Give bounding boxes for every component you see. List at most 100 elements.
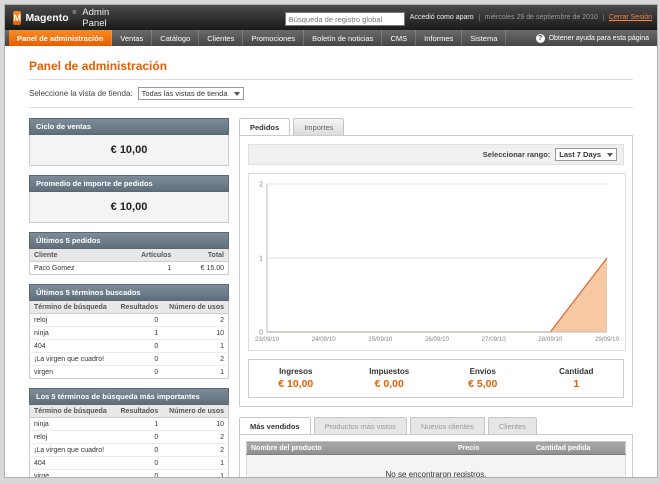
brand-suffix: Admin Panel <box>82 7 115 29</box>
stat-quantity: Cantidad 1 <box>530 367 624 390</box>
svg-text:23/09/10: 23/09/10 <box>255 336 280 343</box>
card-title: Promedio de importe de pedidos <box>29 175 229 192</box>
svg-text:1: 1 <box>259 256 263 263</box>
svg-text:28/09/10: 28/09/10 <box>538 336 563 343</box>
nav-item[interactable]: Boletín de noticias <box>304 30 382 46</box>
column-header: Resultados <box>114 405 162 418</box>
brand-name: Magento <box>25 12 68 24</box>
cell: 2 <box>162 431 228 444</box>
last-orders-card: Últimos 5 pedidos ClienteArtículosTotalP… <box>29 232 229 275</box>
header-user-info: Accedió como aparo miércoles 29 de septi… <box>405 14 657 21</box>
cell: ninja <box>30 418 115 431</box>
dashboard-columns: Ciclo de ventas € 10,00 Promedio de impo… <box>29 118 633 478</box>
logged-in-as: Accedió como aparo <box>405 14 479 21</box>
stat-label: Impuestos <box>343 367 437 376</box>
stat-shipping: Envíos € 5,00 <box>436 367 530 390</box>
stat-label: Envíos <box>436 367 530 376</box>
cell: 0 <box>114 431 162 444</box>
table-row: reloj02 <box>30 431 229 444</box>
cell: 404 <box>30 340 115 353</box>
store-view-select[interactable]: Todas las vistas de tienda <box>138 87 244 100</box>
main-nav: Panel de administraciónVentasCatálogoCli… <box>5 30 657 46</box>
range-select[interactable]: Last 7 Days <box>555 148 617 161</box>
chevron-down-icon <box>234 92 240 96</box>
cell: reloj <box>30 314 115 327</box>
card-title: Ciclo de ventas <box>29 118 229 135</box>
cell: 1 <box>114 418 162 431</box>
column-header: Precio <box>454 442 532 455</box>
nav-item[interactable]: Informes <box>416 30 462 46</box>
card-title: Últimos 5 términos buscados <box>29 284 229 301</box>
cell: 0 <box>114 457 162 470</box>
nav-item[interactable]: Promociones <box>243 30 304 46</box>
header-bar: M Magento ® Admin Panel Accedió como apa… <box>5 5 657 30</box>
lifetime-sales-value: € 10,00 <box>29 135 229 166</box>
stat-label: Cantidad <box>530 367 624 376</box>
magento-logo-icon: M <box>13 11 21 25</box>
help-link[interactable]: ? Obtener ayuda para esta página <box>536 30 657 46</box>
grid-tab[interactable]: Productos más vistos <box>314 417 407 434</box>
cell: Paco Gomez <box>30 262 112 275</box>
cell: 1 <box>162 470 228 479</box>
chart-tabs: PedidosImportes <box>239 118 633 135</box>
table-row: virgen01 <box>30 366 229 379</box>
page-content: Panel de administración Seleccione la vi… <box>5 46 657 478</box>
cell: € 15.00 <box>175 262 228 275</box>
table-row: reloj02 <box>30 314 229 327</box>
header-row: Término de búsquedaResultadosNúmero de u… <box>30 405 229 418</box>
global-search-input[interactable] <box>285 12 405 26</box>
totals-bar: Ingresos € 10,00 Impuestos € 0,00 Envíos… <box>248 359 624 398</box>
products-grid: Nombre del productoPrecioCantidad pedida… <box>239 434 633 478</box>
stat-value: € 0,00 <box>343 378 437 390</box>
grid-tab[interactable]: Más vendidos <box>239 417 311 434</box>
nav-item[interactable]: Sistema <box>462 30 506 46</box>
chevron-down-icon <box>607 153 613 157</box>
table-row: ninja110 <box>30 418 229 431</box>
cell: 0 <box>114 340 162 353</box>
last-search-terms-table: Término de búsquedaResultadosNúmero de u… <box>29 301 229 379</box>
column-header: Número de usos <box>162 405 228 418</box>
nav-item[interactable]: Panel de administración <box>9 30 112 46</box>
stat-tax: Impuestos € 0,00 <box>343 367 437 390</box>
cell: 1 <box>162 366 228 379</box>
cell: 404 <box>30 457 115 470</box>
registered-mark-icon: ® <box>73 10 77 16</box>
help-label: Obtener ayuda para esta página <box>549 35 649 42</box>
chart-tab[interactable]: Pedidos <box>239 118 290 135</box>
logout-link[interactable]: Cerrar Sesión <box>609 14 652 21</box>
brand: M Magento ® Admin Panel <box>13 7 115 29</box>
average-orders-card: Promedio de importe de pedidos € 10,00 <box>29 175 229 223</box>
cell: ¡La virgen que cuadro! <box>30 353 115 366</box>
cell: 1 <box>111 262 175 275</box>
table-row: ¡La virgen que cuadro!02 <box>30 444 229 457</box>
grid-tabs: Más vendidosProductos más vistosNuevos c… <box>239 417 633 434</box>
cell: 2 <box>162 314 228 327</box>
lifetime-sales-card: Ciclo de ventas € 10,00 <box>29 118 229 166</box>
cell: 10 <box>162 418 228 431</box>
cell: virge <box>30 470 115 479</box>
empty-records-message: No se encontraron registros. <box>246 455 626 478</box>
nav-item[interactable]: Ventas <box>112 30 152 46</box>
column-header: Artículos <box>111 249 175 262</box>
column-header: Término de búsqueda <box>30 405 115 418</box>
column-header: Cliente <box>30 249 112 262</box>
nav-item[interactable]: Clientes <box>199 30 243 46</box>
grid-tab[interactable]: Clientes <box>488 417 537 434</box>
table-row: ninja110 <box>30 327 229 340</box>
range-selector-row: Seleccionar rango: Last 7 Days <box>248 144 624 165</box>
svg-text:26/09/10: 26/09/10 <box>425 336 450 343</box>
stat-label: Ingresos <box>249 367 343 376</box>
cell: 1 <box>162 340 228 353</box>
stat-value: € 5,00 <box>436 378 530 390</box>
chart-tab[interactable]: Importes <box>293 118 344 135</box>
global-search <box>285 9 405 27</box>
grid-tab[interactable]: Nuevos clientes <box>410 417 485 434</box>
cell: 0 <box>114 353 162 366</box>
page-title: Panel de administración <box>29 52 633 80</box>
svg-text:2: 2 <box>259 182 263 189</box>
nav-item[interactable]: CMS <box>382 30 416 46</box>
nav-item[interactable]: Catálogo <box>152 30 199 46</box>
column-header: Nombre del producto <box>247 442 455 455</box>
svg-text:25/09/10: 25/09/10 <box>368 336 393 343</box>
card-title: Los 5 términos de búsqueda más important… <box>29 388 229 405</box>
